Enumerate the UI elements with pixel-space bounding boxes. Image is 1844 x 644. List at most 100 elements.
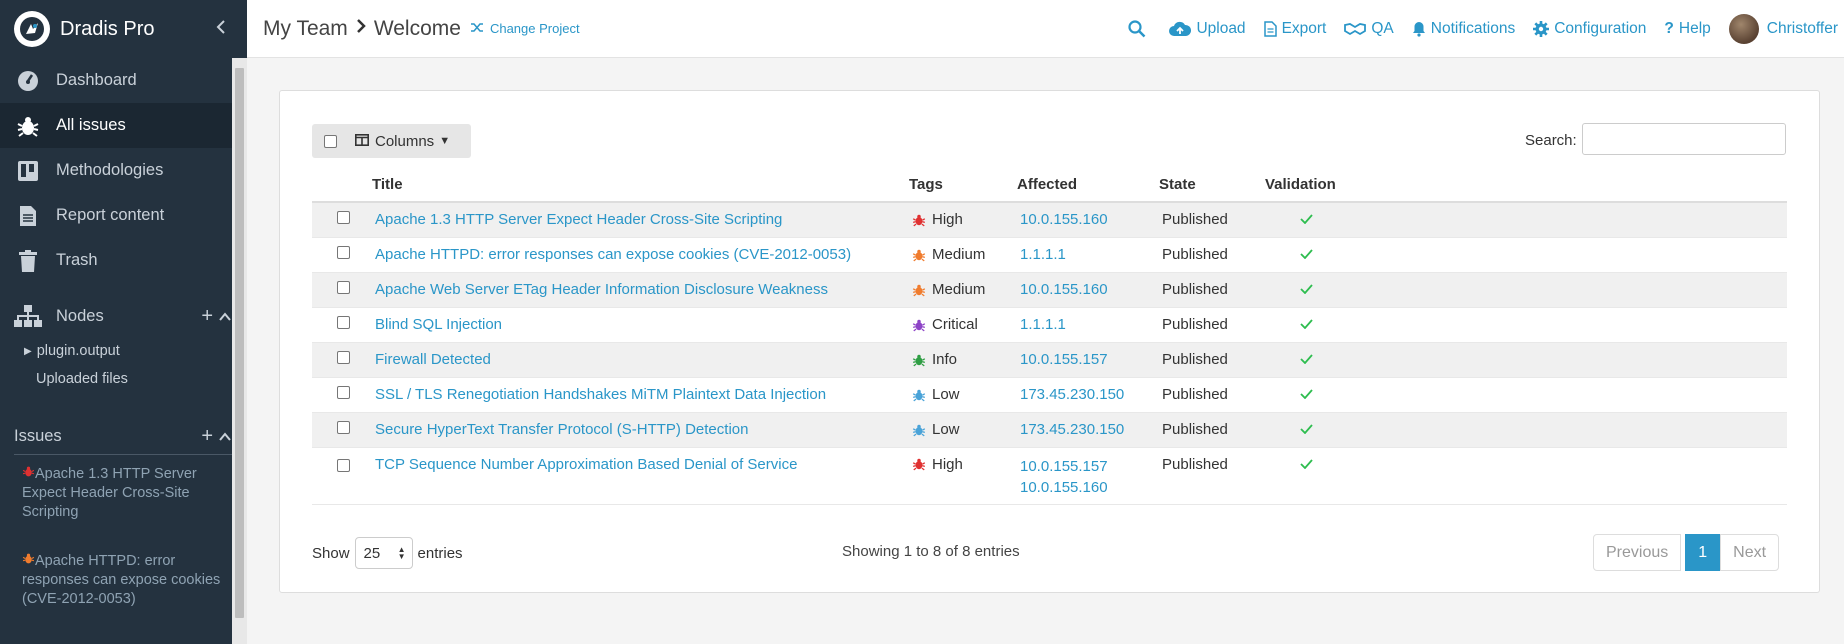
header-tags[interactable]: Tags (909, 167, 1017, 203)
help-link[interactable]: ? Help (1664, 20, 1710, 38)
state-cell: Published (1159, 307, 1265, 343)
check-icon (1265, 351, 1313, 368)
previous-page-button[interactable]: Previous (1593, 534, 1682, 571)
node-label: plugin.output (36, 343, 120, 359)
sidebar-issue-link[interactable]: Apache 1.3 HTTP Server Expect Header Cro… (0, 455, 247, 522)
node-item-uploaded-files[interactable]: Uploaded files (0, 365, 247, 393)
affected-node-link[interactable]: 10.0.155.157 (1020, 351, 1108, 368)
row-checkbox[interactable] (337, 421, 350, 434)
search-button[interactable] (1128, 19, 1151, 38)
row-select-cell (312, 447, 372, 505)
issue-title-link[interactable]: Blind SQL Injection (372, 316, 502, 333)
user-menu[interactable]: Christoffer (1728, 13, 1838, 44)
affected-node-link[interactable]: 173.45.230.150 (1020, 386, 1124, 403)
add-issue-icon[interactable]: + (201, 425, 213, 448)
table-row[interactable]: Apache HTTPD: error responses can expose… (312, 237, 1787, 273)
page-1-button[interactable]: 1 (1685, 534, 1721, 571)
nav-all-issues[interactable]: All issues (0, 103, 247, 148)
affected-node-link[interactable]: 1.1.1.1 (1020, 316, 1066, 333)
issue-title-link[interactable]: Apache Web Server ETag Header Informatio… (372, 281, 828, 298)
header-state[interactable]: State (1159, 167, 1265, 203)
issue-title-link[interactable]: Firewall Detected (372, 351, 491, 368)
affected-cell: 1.1.1.1 (1017, 237, 1159, 273)
bug-icon (912, 248, 926, 262)
validation-cell (1265, 202, 1787, 238)
qa-link[interactable]: QA (1344, 20, 1394, 38)
nav-report-content[interactable]: Report content (0, 193, 247, 238)
node-item-plugin-output[interactable]: ▶ plugin.output (0, 337, 247, 365)
search-input[interactable] (1582, 123, 1786, 155)
sidebar-scrollbar[interactable] (232, 58, 247, 644)
handshake-icon (1344, 22, 1367, 36)
table-row[interactable]: Firewall Detected Info 10.0.155.157 Publish… (312, 342, 1787, 378)
check-icon (1265, 421, 1313, 438)
tags-cell: Critical (909, 307, 1017, 343)
header-affected[interactable]: Affected (1017, 167, 1159, 203)
table-row[interactable]: TCP Sequence Number Approximation Based … (312, 447, 1787, 505)
table-row[interactable]: Blind SQL Injection Critical 1.1.1.1 Publis… (312, 307, 1787, 343)
bug-icon (912, 213, 926, 227)
add-node-icon[interactable]: + (201, 305, 213, 328)
affected-node-link[interactable]: 10.0.155.160 (1020, 479, 1108, 496)
affected-node-link[interactable]: 10.0.155.160 (1020, 211, 1108, 228)
sidebar-issue-link[interactable]: Apache HTTPD: error responses can expose… (0, 542, 247, 609)
row-checkbox[interactable] (337, 211, 350, 225)
affected-node-link[interactable]: 173.45.230.150 (1020, 421, 1124, 438)
table-row[interactable]: Apache Web Server ETag Header Informatio… (312, 272, 1787, 308)
pagination: Previous 1 Next (1593, 534, 1780, 571)
scrollbar-thumb[interactable] (235, 68, 244, 618)
affected-node-link[interactable]: 10.0.155.160 (1020, 281, 1108, 298)
columns-icon (355, 133, 369, 150)
upload-link[interactable]: Upload (1169, 20, 1246, 38)
title-cell: TCP Sequence Number Approximation Based … (372, 447, 909, 505)
entries-per-page-select[interactable]: 25 ▲ ▼ (354, 537, 413, 569)
collapse-nodes-icon[interactable] (219, 305, 231, 328)
issue-title-link[interactable]: Apache 1.3 HTTP Server Expect Header Cro… (372, 211, 782, 228)
header-title[interactable]: Title (372, 167, 909, 203)
breadcrumb-project[interactable]: Welcome (374, 17, 461, 41)
row-checkbox[interactable] (337, 281, 350, 294)
next-page-button[interactable]: Next (1720, 534, 1780, 571)
title-cell: Apache Web Server ETag Header Informatio… (372, 272, 909, 308)
sitemap-icon (14, 305, 42, 327)
breadcrumb-team[interactable]: My Team (263, 17, 348, 41)
table-row[interactable]: Secure HyperText Transfer Protocol (S-HT… (312, 412, 1787, 448)
affected-cell: 10.0.155.160 (1017, 272, 1159, 308)
select-all-checkbox[interactable] (324, 134, 337, 148)
nav-dashboard[interactable]: Dashboard (0, 58, 247, 103)
nav-trash[interactable]: Trash (0, 238, 247, 283)
shuffle-icon (470, 21, 484, 36)
nav-methodologies[interactable]: Methodologies (0, 148, 247, 193)
configuration-link[interactable]: Configuration (1533, 20, 1646, 38)
row-checkbox[interactable] (337, 386, 350, 399)
header-validation[interactable]: Validation (1265, 167, 1787, 203)
row-checkbox[interactable] (337, 246, 350, 259)
issue-title-link[interactable]: Secure HyperText Transfer Protocol (S-HT… (372, 421, 748, 438)
change-project-link[interactable]: Change Project (470, 21, 580, 36)
state-cell: Published (1159, 377, 1265, 413)
issue-title-link[interactable]: TCP Sequence Number Approximation Based … (372, 456, 797, 473)
brand-title[interactable]: Dradis Pro (60, 18, 215, 41)
title-cell: Apache 1.3 HTTP Server Expect Header Cro… (372, 202, 909, 238)
dradis-logo-icon[interactable] (14, 11, 50, 47)
row-checkbox[interactable] (337, 458, 350, 472)
affected-node-link[interactable]: 10.0.155.157 (1020, 458, 1108, 475)
collapse-sidebar-icon[interactable] (215, 18, 235, 41)
notifications-link[interactable]: Notifications (1412, 20, 1515, 38)
tag-label: High (932, 211, 963, 229)
collapse-issues-icon[interactable] (219, 425, 231, 448)
table-row[interactable]: Apache 1.3 HTTP Server Expect Header Cro… (312, 202, 1787, 238)
issue-title-link[interactable]: Apache HTTPD: error responses can expose… (372, 246, 851, 263)
select-arrows-icon: ▲ ▼ (397, 545, 406, 561)
table-row[interactable]: SSL / TLS Renegotiation Handshakes MiTM … (312, 377, 1787, 413)
table-header-row: Title Tags Affected State Validation (312, 167, 1787, 203)
columns-button[interactable]: Columns ▼ (355, 133, 450, 150)
validation-cell (1265, 377, 1787, 413)
row-checkbox[interactable] (337, 351, 350, 364)
caret-right-icon[interactable]: ▶ (24, 346, 32, 357)
title-cell: Blind SQL Injection (372, 307, 909, 343)
issue-title-link[interactable]: SSL / TLS Renegotiation Handshakes MiTM … (372, 386, 826, 403)
affected-node-link[interactable]: 1.1.1.1 (1020, 246, 1066, 263)
export-link[interactable]: Export (1263, 20, 1326, 38)
row-checkbox[interactable] (337, 316, 350, 329)
